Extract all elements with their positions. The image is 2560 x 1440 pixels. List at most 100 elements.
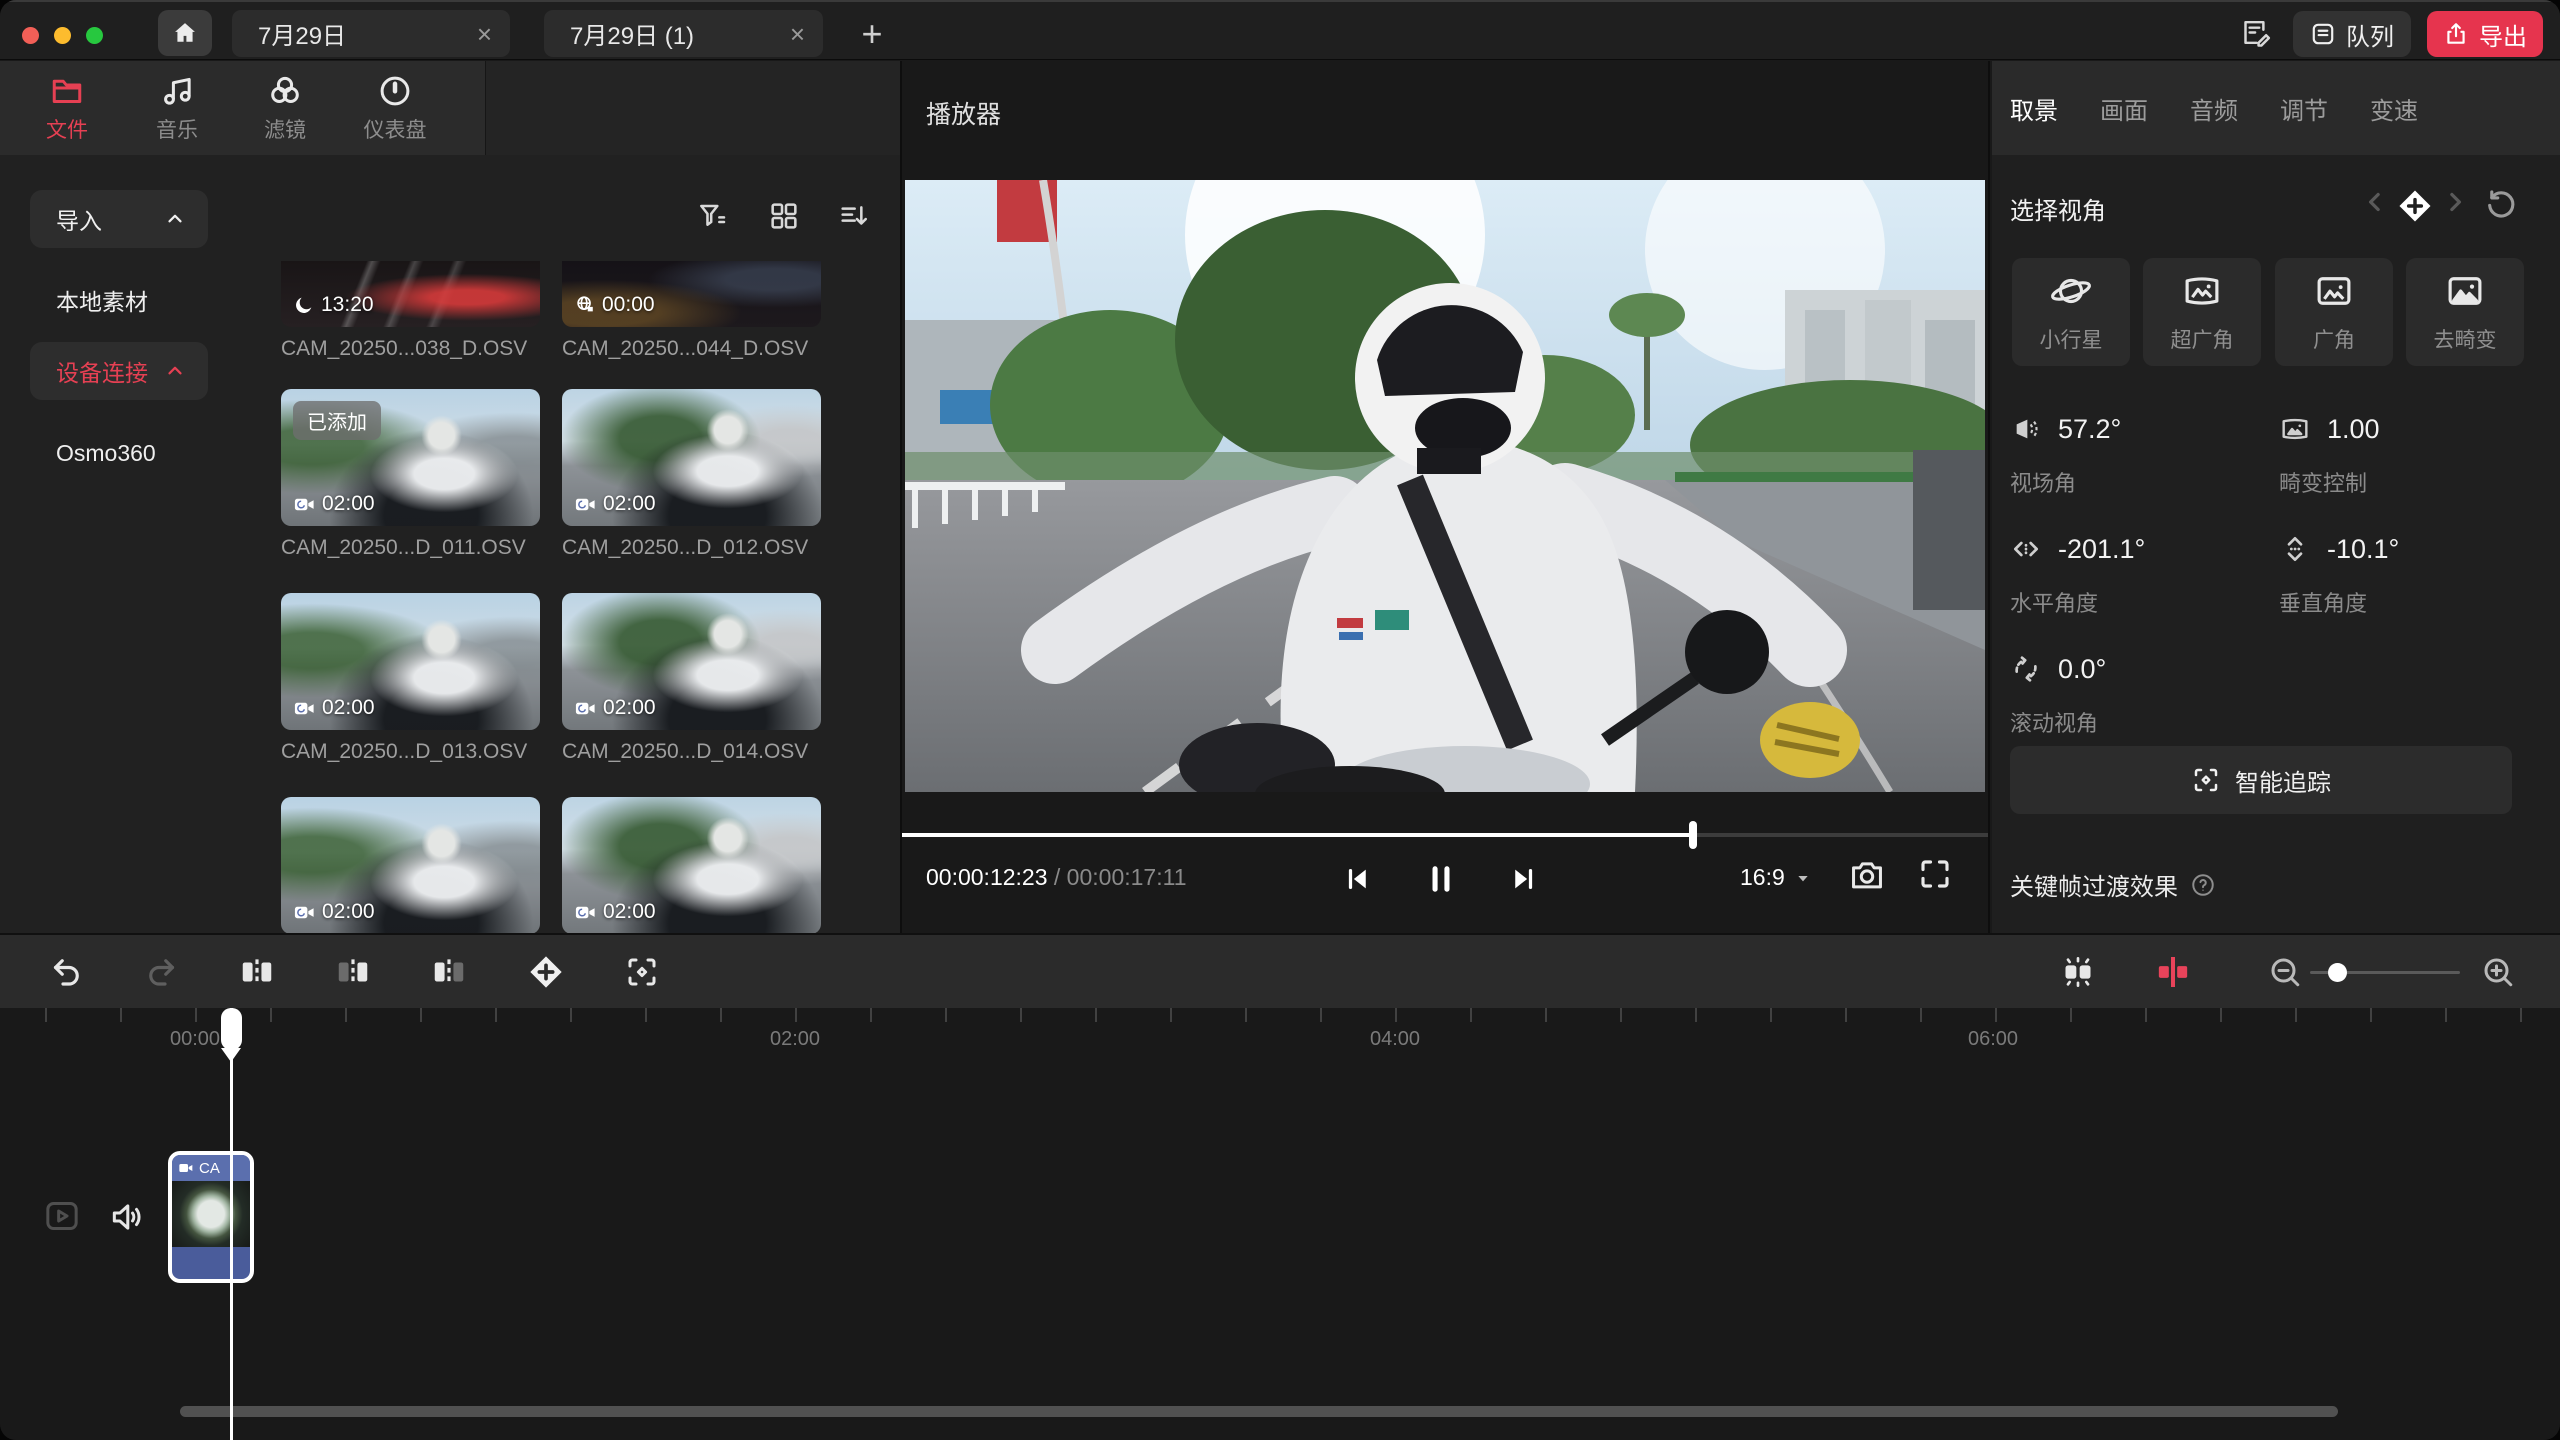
view-mode-label: 广角: [2313, 324, 2355, 354]
keyframe-next-button[interactable]: [2440, 187, 2470, 217]
add-keyframe-button[interactable]: [2396, 187, 2434, 225]
ruler-tick-label: 04:00: [1370, 1028, 1420, 1051]
inspector-tab-picture[interactable]: 画面: [2100, 91, 2148, 126]
queue-button[interactable]: 队列: [2293, 11, 2411, 57]
project-tab-1[interactable]: 7月29日 ×: [232, 10, 510, 57]
media-item[interactable]: 02:00: [281, 797, 540, 933]
zoom-in-button[interactable]: [2480, 954, 2516, 990]
close-tab-1-icon[interactable]: ×: [477, 21, 492, 47]
fov-value-field[interactable]: 57.2°: [2010, 413, 2121, 445]
player-panel: 播放器: [900, 61, 1990, 933]
home-button[interactable]: [158, 10, 212, 56]
inspector-tab-adjust[interactable]: 调节: [2280, 91, 2328, 126]
media-item[interactable]: 02:00 CAM_20250...D_012.OSV: [562, 389, 821, 560]
snapshot-button[interactable]: [1848, 856, 1886, 894]
timeline-horizontal-scrollbar[interactable]: [180, 1406, 2338, 1417]
media-browser: 13:20 CAM_20250...038_D.OSV 00:00 CAM_20…: [272, 155, 900, 933]
seek-bar-handle[interactable]: [1689, 821, 1697, 849]
split-clip-button[interactable]: [238, 953, 276, 991]
player-seek-bar[interactable]: [902, 833, 1988, 837]
trim-left-button[interactable]: [334, 953, 372, 991]
export-share-icon: [2443, 21, 2469, 47]
project-tab-2[interactable]: 7月29日 (1) ×: [544, 10, 823, 57]
add-keyframe-toolbar-button[interactable]: [526, 952, 566, 992]
close-tab-2-icon[interactable]: ×: [790, 21, 805, 47]
trim-right-button[interactable]: [430, 953, 468, 991]
tracking-toolbar-button[interactable]: [624, 954, 660, 990]
audio-mute-icon[interactable]: [108, 1198, 146, 1236]
media-filename: CAM_20250...D_011.OSV: [281, 536, 540, 560]
sidebar-item-osmo360[interactable]: Osmo360: [56, 440, 156, 467]
media-item[interactable]: 00:00 CAM_20250...044_D.OSV: [562, 261, 821, 361]
pan-value-field[interactable]: -201.1°: [2010, 533, 2145, 565]
grid-view-button[interactable]: [768, 200, 800, 232]
next-frame-button[interactable]: [1509, 857, 1539, 901]
media-item[interactable]: 已添加 02:00 CAM_20250...D_011.OSV: [281, 389, 540, 560]
fullscreen-button[interactable]: [1917, 856, 1953, 892]
library-sidebar: 导入 本地素材 设备连接 Osmo360: [0, 155, 272, 933]
zoom-window-button[interactable]: [86, 27, 103, 44]
360-video-icon: [574, 901, 597, 924]
timeline-zoom-slider[interactable]: [2310, 971, 2460, 974]
view-mode-dewarp[interactable]: 去畸变: [2406, 258, 2524, 366]
help-icon[interactable]: [2190, 872, 2216, 898]
timeline-ruler[interactable]: [45, 1008, 2560, 1022]
library-tab-music-label: 音乐: [156, 114, 198, 144]
planet-icon: [2050, 270, 2092, 312]
device-connect-toggle[interactable]: 设备连接: [30, 342, 208, 400]
split-at-playhead-button[interactable]: [2153, 952, 2193, 992]
view-mode-label: 超广角: [2171, 324, 2234, 354]
snap-toggle-button[interactable]: [2058, 952, 2098, 992]
tilt-value-field[interactable]: -10.1°: [2279, 533, 2399, 565]
view-mode-planet[interactable]: 小行星: [2012, 258, 2130, 366]
playhead[interactable]: [230, 1008, 233, 1440]
inspector-panel: 取景 画面 音频 调节 变速 选择视角 小行星 超广角: [1992, 61, 2560, 933]
undo-button[interactable]: [48, 954, 84, 990]
video-preview[interactable]: [905, 180, 1985, 792]
view-mode-label: 去畸变: [2434, 324, 2497, 354]
minimize-window-button[interactable]: [54, 27, 71, 44]
zoom-out-button[interactable]: [2267, 954, 2303, 990]
view-mode-wide[interactable]: 广角: [2275, 258, 2393, 366]
feedback-note-button[interactable]: [2240, 16, 2273, 49]
library-tab-dashboard[interactable]: 仪表盘: [340, 73, 450, 144]
library-tab-music[interactable]: 音乐: [122, 73, 232, 144]
zoom-slider-knob[interactable]: [2328, 963, 2347, 982]
previous-frame-button[interactable]: [1342, 857, 1372, 901]
distortion-value-field[interactable]: 1.00: [2279, 413, 2380, 445]
player-timecode: 00:00:12:23 / 00:00:17:11: [926, 864, 1186, 891]
reset-view-button[interactable]: [2484, 187, 2518, 221]
queue-label: 队列: [2346, 17, 2394, 52]
redo-button[interactable]: [144, 954, 180, 990]
timeline-area[interactable]: 00:00 02:00 04:00 06:00 CA: [0, 1008, 2560, 1440]
close-window-button[interactable]: [22, 27, 39, 44]
playhead-handle[interactable]: [221, 1008, 242, 1050]
import-section-toggle[interactable]: 导入: [30, 190, 208, 248]
sidebar-item-local-media[interactable]: 本地素材: [56, 283, 148, 317]
filter-media-button[interactable]: [696, 200, 728, 232]
keyframe-prev-button[interactable]: [2360, 187, 2390, 217]
video-track-icon[interactable]: [42, 1196, 82, 1236]
view-mode-ultrawide[interactable]: 超广角: [2143, 258, 2261, 366]
inspector-tab-speed[interactable]: 变速: [2370, 91, 2418, 126]
duration-badge: 02:00: [603, 900, 656, 924]
pause-button[interactable]: [1424, 857, 1458, 901]
media-item[interactable]: 02:00 CAM_20250...D_014.OSV: [562, 593, 821, 764]
media-thumbnail: 02:00: [562, 593, 821, 730]
media-item[interactable]: 13:20 CAM_20250...038_D.OSV: [281, 261, 540, 361]
timeline-clip[interactable]: CA: [168, 1151, 254, 1283]
inspector-tab-framing[interactable]: 取景: [2010, 91, 2058, 126]
keyframe-transition-title: 关键帧过渡效果: [2010, 867, 2216, 902]
aspect-ratio-dropdown[interactable]: 16:9: [1740, 864, 1811, 891]
image-filled-icon: [2444, 270, 2486, 312]
new-tab-button[interactable]: +: [850, 12, 894, 56]
smart-track-button[interactable]: 智能追踪: [2010, 746, 2512, 814]
library-tab-files[interactable]: 文件: [12, 73, 122, 144]
library-tab-filters[interactable]: 滤镜: [230, 73, 340, 144]
roll-value-field[interactable]: 0.0°: [2010, 653, 2106, 685]
inspector-tab-audio[interactable]: 音频: [2190, 91, 2238, 126]
media-item[interactable]: 02:00 CAM_20250...D_013.OSV: [281, 593, 540, 764]
export-button[interactable]: 导出: [2427, 11, 2543, 57]
media-item[interactable]: 02:00: [562, 797, 821, 933]
sort-media-button[interactable]: [838, 200, 870, 232]
